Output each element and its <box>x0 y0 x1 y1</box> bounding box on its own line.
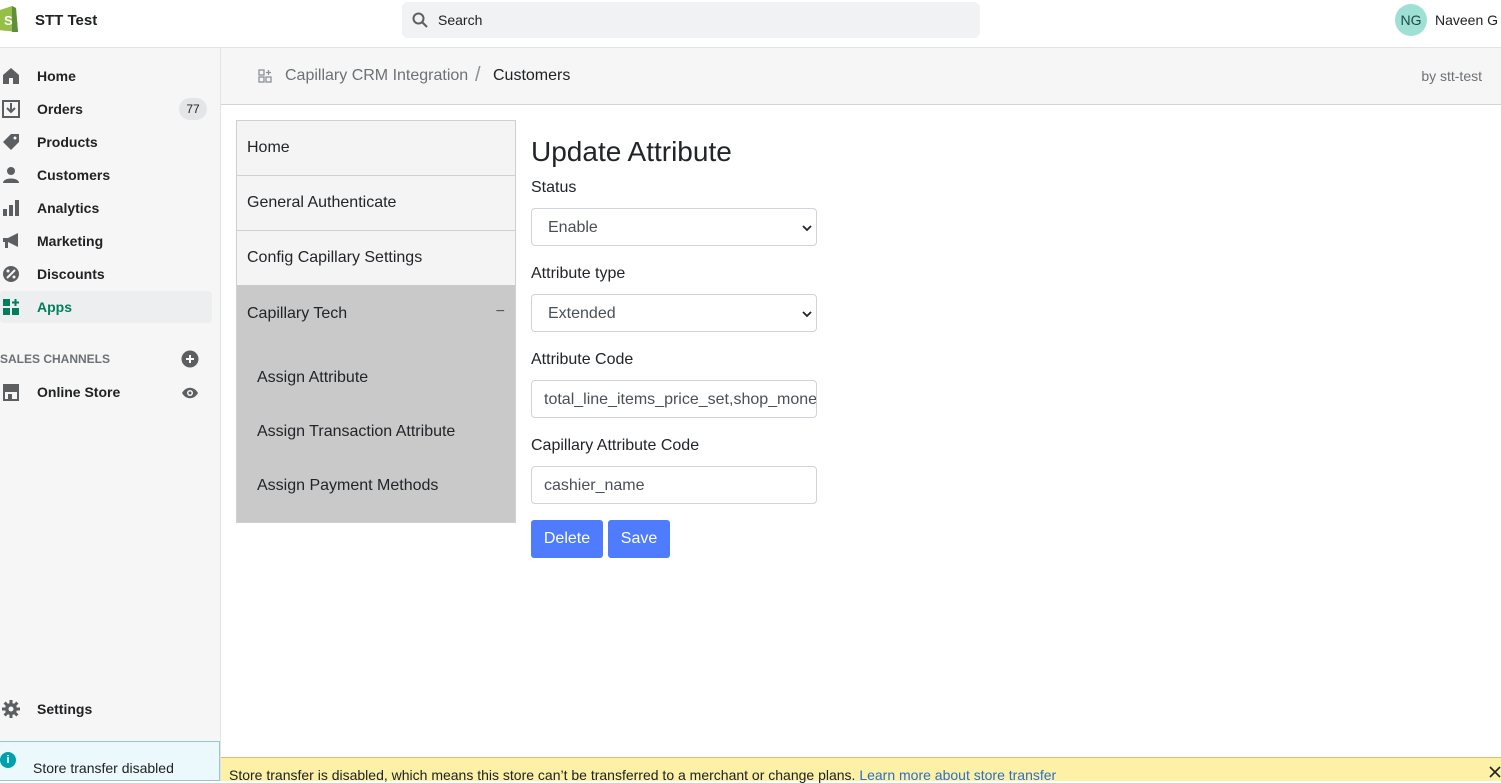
sidebar-item-apps[interactable]: Apps <box>0 291 212 323</box>
status-label: Status <box>531 179 577 196</box>
attribute-type-label: Attribute type <box>531 265 626 282</box>
orders-count-badge: 77 <box>179 98 207 120</box>
top-bar: S STT Test Search NG Naveen G <box>0 0 1501 48</box>
chevron-down-icon <box>802 225 812 232</box>
sidebar-item-label: Customers <box>37 167 111 183</box>
status-select[interactable]: Enable <box>531 208 817 246</box>
close-icon[interactable] <box>1489 766 1501 778</box>
bar-chart-icon <box>3 200 19 216</box>
sidebar-item-customers[interactable]: Customers <box>0 159 212 191</box>
megaphone-icon <box>3 233 18 248</box>
discount-icon <box>3 266 19 282</box>
attribute-type-select[interactable]: Extended <box>531 294 817 332</box>
sidebar-item-marketing[interactable]: Marketing <box>0 225 212 257</box>
sidebar-item-label: Orders <box>37 101 83 117</box>
app-grid-icon <box>258 69 272 83</box>
app-menu-item-home[interactable]: Home <box>237 121 515 176</box>
app-menu-item-general-authenticate[interactable]: General Authenticate <box>237 176 515 231</box>
sidebar-item-label: Online Store <box>37 384 121 400</box>
person-icon <box>3 167 19 183</box>
apps-icon <box>3 299 19 315</box>
capillary-attribute-code-value: cashier_name <box>544 477 645 494</box>
status-select-value: Enable <box>548 219 598 236</box>
attribute-type-select-value: Extended <box>548 305 616 322</box>
page-title: Update Attribute <box>531 136 732 167</box>
store-transfer-banner: Store transfer is disabled, which means … <box>221 757 1501 783</box>
app-menu-item-config-capillary-settings[interactable]: Config Capillary Settings <box>237 231 515 286</box>
sidebar-item-label: Discounts <box>37 266 105 282</box>
sidebar-item-label: Marketing <box>37 233 104 249</box>
breadcrumb-app-link[interactable]: Capillary CRM Integration <box>285 67 468 85</box>
app-side-menu: Home General Authenticate Config Capilla… <box>236 120 516 523</box>
collapse-toggle-icon[interactable]: − <box>496 303 505 321</box>
attribute-code-label: Attribute Code <box>531 351 634 368</box>
search-input[interactable]: Search <box>402 2 980 38</box>
store-icon <box>3 384 19 401</box>
store-transfer-notice: i Store transfer disabled <box>0 741 220 781</box>
sidebar-item-label: Analytics <box>37 200 100 216</box>
sidebar-item-products[interactable]: Products <box>0 126 212 158</box>
home-icon <box>3 68 19 84</box>
attribute-code-value: total_line_items_price_set,shop_money,am… <box>544 391 817 408</box>
app-menu-subitem-assign-transaction-attribute[interactable]: Assign Transaction Attribute <box>257 423 455 441</box>
capillary-attribute-code-input[interactable]: cashier_name <box>531 466 817 504</box>
add-sales-channel-icon[interactable] <box>181 350 199 368</box>
shopify-logo-icon[interactable]: S <box>0 4 20 34</box>
tag-icon <box>3 134 19 150</box>
user-name[interactable]: Naveen G <box>1435 12 1498 28</box>
sidebar-item-label: Products <box>37 134 98 150</box>
sidebar-item-label: Apps <box>37 299 72 315</box>
capillary-attribute-code-label: Capillary Attribute Code <box>531 437 700 454</box>
app-menu-group-capillary-tech: Capillary Tech − Assign Attribute Assign… <box>237 285 515 522</box>
sidebar-item-settings[interactable]: Settings <box>0 693 212 725</box>
breadcrumb-separator: / <box>475 64 481 86</box>
app-menu-item-label: Home <box>247 139 290 156</box>
sales-channels-heading: SALES CHANNELS <box>0 352 111 366</box>
delete-button[interactable]: Delete <box>531 520 603 558</box>
sidebar-item-discounts[interactable]: Discounts <box>0 258 212 290</box>
app-developer-label: by stt-test <box>1421 68 1482 84</box>
svg-text:S: S <box>4 13 13 28</box>
sidebar-item-label: Settings <box>37 701 93 717</box>
app-menu-group-label[interactable]: Capillary Tech <box>247 305 347 323</box>
search-icon <box>412 12 428 28</box>
store-name[interactable]: STT Test <box>35 12 97 29</box>
orders-icon <box>2 100 20 118</box>
info-icon: i <box>0 752 16 768</box>
app-menu-item-label: Config Capillary Settings <box>247 249 423 266</box>
sidebar-item-analytics[interactable]: Analytics <box>0 192 212 224</box>
breadcrumb-current-page: Customers <box>493 67 571 84</box>
store-transfer-text: Store transfer disabled <box>33 760 174 776</box>
app-header: Capillary CRM Integration / Customers by… <box>221 48 1501 105</box>
sidebar-item-label: Home <box>37 68 76 84</box>
attribute-code-input[interactable]: total_line_items_price_set,shop_money,am… <box>531 380 817 418</box>
eye-icon[interactable] <box>181 384 199 402</box>
sidebar: Home Orders 77 Products Customers Analyt… <box>0 48 221 781</box>
app-menu-subitem-assign-payment-methods[interactable]: Assign Payment Methods <box>257 477 438 495</box>
sidebar-item-home[interactable]: Home <box>0 60 212 92</box>
search-placeholder: Search <box>438 12 483 28</box>
chevron-down-icon <box>802 311 812 318</box>
avatar[interactable]: NG <box>1395 4 1427 36</box>
app-menu-subitem-assign-attribute[interactable]: Assign Attribute <box>257 369 368 387</box>
gear-icon <box>2 700 20 718</box>
app-menu-item-label: General Authenticate <box>247 194 397 211</box>
save-button[interactable]: Save <box>608 520 670 558</box>
